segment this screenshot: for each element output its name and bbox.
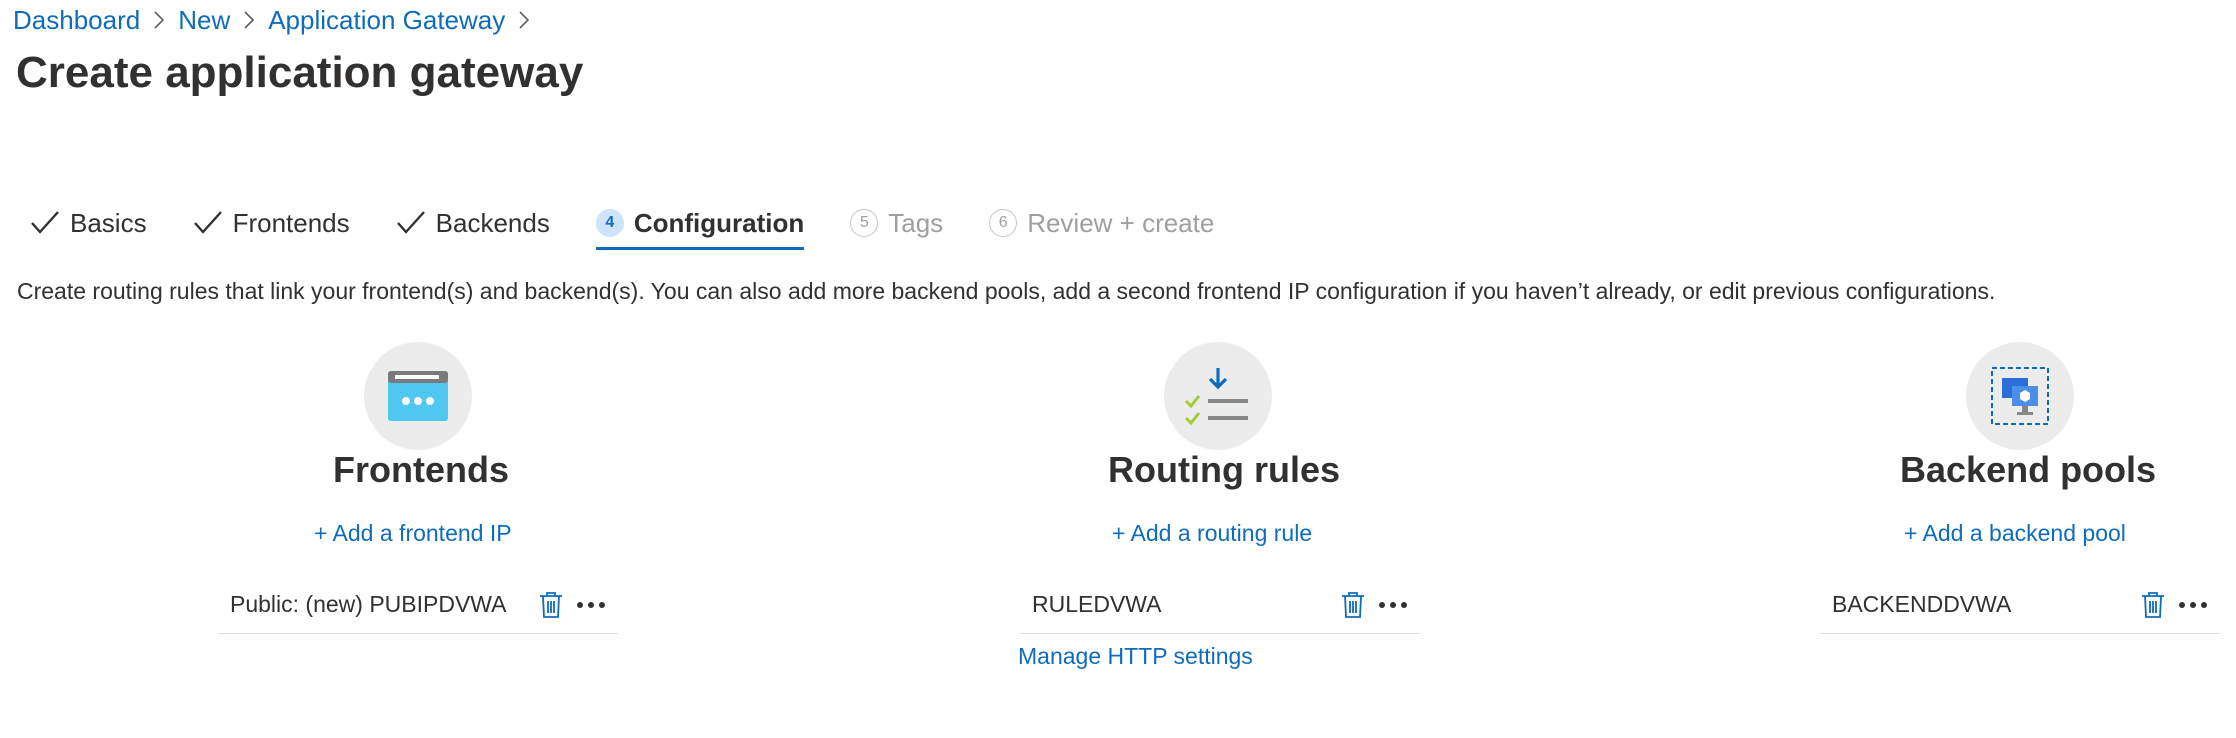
- breadcrumb: Dashboard New Application Gateway: [13, 3, 543, 37]
- tab-label: Review + create: [1027, 207, 1215, 238]
- trash-icon[interactable]: [538, 591, 564, 619]
- more-options-icon[interactable]: [574, 591, 608, 619]
- backend-pool-list-item[interactable]: BACKENDDVWA: [1820, 576, 2220, 634]
- frontend-ip-icon: [364, 342, 472, 450]
- checkmark-icon: [30, 208, 60, 238]
- trash-icon[interactable]: [2140, 591, 2166, 619]
- trash-icon[interactable]: [1340, 591, 1366, 619]
- tab-tags[interactable]: 5 Tags: [850, 200, 943, 246]
- checkmark-icon: [396, 208, 426, 238]
- step-number-badge: 6: [989, 209, 1018, 237]
- frontend-list-item[interactable]: Public: (new) PUBIPDVWA: [218, 576, 618, 634]
- page-title: Create application gateway: [16, 48, 584, 97]
- step-number-badge: 5: [850, 209, 879, 237]
- wizard-tabs: Basics Frontends Backends 4 Configuratio…: [30, 200, 1260, 250]
- tab-label: Tags: [888, 207, 944, 238]
- breadcrumb-new[interactable]: New: [178, 5, 230, 36]
- backend-pool-item-name: BACKENDDVWA: [1832, 591, 2012, 617]
- routing-rule-item-name: RULEDVWA: [1032, 591, 1162, 617]
- tab-review-create[interactable]: 6 Review + create: [989, 200, 1214, 246]
- routing-rule-list-item[interactable]: RULEDVWA: [1020, 576, 1420, 634]
- add-routing-rule-link[interactable]: + Add a routing rule: [1112, 520, 1312, 547]
- tab-label: Frontends: [232, 207, 350, 238]
- tab-label: Basics: [70, 207, 147, 238]
- tab-label: Configuration: [633, 207, 805, 238]
- page-description: Create routing rules that link your fron…: [17, 278, 1996, 304]
- tab-basics[interactable]: Basics: [30, 200, 147, 246]
- tab-backends[interactable]: Backends: [396, 200, 550, 246]
- breadcrumb-dashboard[interactable]: Dashboard: [13, 5, 140, 36]
- add-frontend-ip-link[interactable]: + Add a frontend IP: [314, 520, 512, 547]
- backend-pools-title: Backend pools: [1900, 449, 2157, 490]
- step-number-badge: 4: [595, 209, 624, 237]
- routing-rules-icon: [1164, 342, 1272, 450]
- frontend-item-name: Public: (new) PUBIPDVWA: [230, 591, 507, 617]
- chevron-right-icon: [243, 10, 255, 30]
- add-backend-pool-link[interactable]: + Add a backend pool: [1904, 520, 2126, 547]
- chevron-right-icon: [518, 10, 530, 30]
- tab-frontends[interactable]: Frontends: [193, 200, 350, 246]
- frontends-title: Frontends: [333, 449, 509, 490]
- tab-label: Backends: [435, 207, 550, 238]
- manage-http-settings-link[interactable]: Manage HTTP settings: [1018, 643, 1253, 670]
- routing-rules-title: Routing rules: [1108, 449, 1340, 490]
- chevron-right-icon: [153, 10, 165, 30]
- breadcrumb-application-gateway[interactable]: Application Gateway: [268, 5, 505, 36]
- checkmark-icon: [193, 208, 223, 238]
- more-options-icon[interactable]: [1376, 591, 1410, 619]
- tab-configuration[interactable]: 4 Configuration: [595, 200, 805, 250]
- more-options-icon[interactable]: [2176, 591, 2210, 619]
- backend-pool-icon: [1966, 342, 2074, 450]
